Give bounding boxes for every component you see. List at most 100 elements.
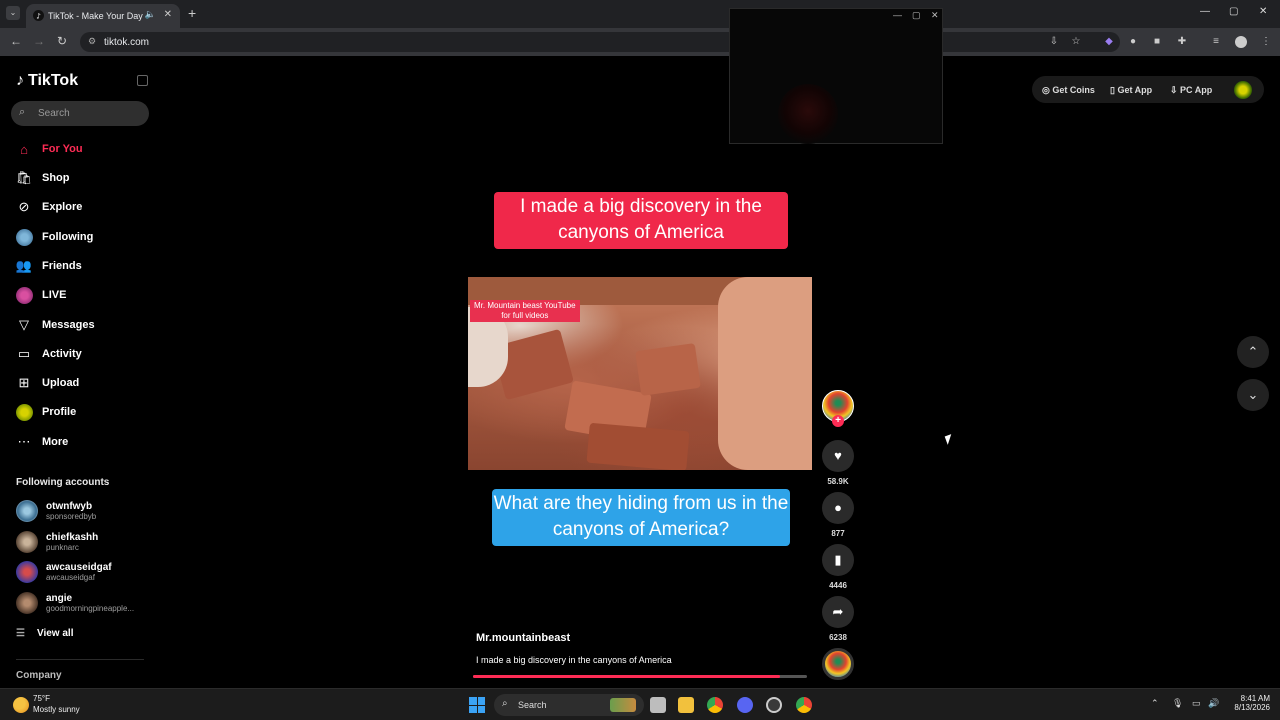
save-count: 4446 bbox=[829, 581, 847, 590]
get-app-button[interactable]: ▯ Get App bbox=[1110, 85, 1152, 96]
previous-video-button[interactable]: ⌃ bbox=[1237, 336, 1269, 368]
nav-activity[interactable]: ▭ Activity bbox=[16, 344, 156, 364]
comment-button[interactable]: ● bbox=[822, 492, 854, 524]
taskbar-search[interactable]: ⌕ Search bbox=[494, 694, 644, 716]
view-all-label: View all bbox=[36, 628, 74, 639]
browser-tab[interactable]: ♪ TikTok - Make Your Day 🔈 ✕ bbox=[26, 4, 180, 28]
account-avatar bbox=[16, 531, 38, 553]
minimize-icon[interactable]: — bbox=[893, 10, 902, 20]
account-name: chiefkashh bbox=[46, 532, 99, 543]
audio-playing-icon[interactable]: 🔈 bbox=[145, 9, 156, 20]
following-account-item[interactable]: angie goodmorningpineapple... bbox=[16, 592, 156, 616]
view-all-link[interactable]: ☰ View all bbox=[16, 628, 73, 639]
back-icon[interactable]: ← bbox=[10, 34, 22, 48]
install-app-icon[interactable]: ⇩ bbox=[1048, 36, 1060, 48]
following-account-item[interactable]: chiefkashh punknarc bbox=[16, 531, 156, 555]
svg-text:♪: ♪ bbox=[36, 11, 41, 20]
start-button-icon[interactable] bbox=[469, 697, 485, 713]
nav-more[interactable]: ⋯ More bbox=[16, 432, 156, 452]
account-name: otwnfwyb bbox=[46, 501, 93, 512]
nav-following[interactable]: Following bbox=[16, 227, 156, 247]
header-actions: ◎ Get Coins ▯ Get App ⇩ PC App bbox=[1032, 76, 1264, 103]
display-icon[interactable]: ▭ bbox=[1192, 698, 1201, 709]
next-video-button[interactable]: ⌄ bbox=[1237, 379, 1269, 411]
extension-icon[interactable]: ■ bbox=[1151, 36, 1163, 48]
close-window-icon[interactable]: ✕ bbox=[1259, 6, 1267, 17]
task-view-icon[interactable] bbox=[650, 697, 666, 713]
tray-overflow-icon[interactable]: ⌃ bbox=[1151, 698, 1159, 709]
video-frame-detail bbox=[718, 277, 812, 470]
forward-icon[interactable]: → bbox=[33, 34, 45, 48]
collapse-sidebar-icon[interactable] bbox=[137, 75, 148, 86]
tab-list-button[interactable]: ⌄ bbox=[6, 6, 20, 20]
minimize-window-icon[interactable]: — bbox=[1200, 6, 1210, 17]
maximize-icon[interactable]: ▢ bbox=[912, 10, 921, 21]
account-handle: awcauseidgaf bbox=[46, 573, 95, 582]
reading-list-icon[interactable]: ≡ bbox=[1210, 36, 1222, 48]
extensions-puzzle-icon[interactable]: ✚ bbox=[1176, 36, 1188, 48]
video-description: I made a big discovery in the canyons of… bbox=[476, 655, 672, 665]
app-icon[interactable] bbox=[766, 697, 782, 713]
video-progress-fill bbox=[473, 675, 781, 678]
more-dots-icon: ⋯ bbox=[17, 434, 31, 449]
nav-upload[interactable]: ⊞ Upload bbox=[16, 373, 156, 393]
taskbar-search-label: Search bbox=[518, 700, 547, 710]
company-link[interactable]: Company bbox=[16, 670, 62, 681]
close-tab-icon[interactable]: ✕ bbox=[164, 9, 172, 20]
following-account-item[interactable]: awcauseidgaf awcauseidgaf bbox=[16, 561, 156, 585]
nav-explore[interactable]: ⊘ Explore bbox=[16, 197, 156, 217]
url-text[interactable]: tiktok.com bbox=[104, 37, 149, 48]
nav-live[interactable]: LIVE bbox=[16, 285, 156, 305]
like-button[interactable]: ♥ bbox=[822, 440, 854, 472]
bookmark-icon: ▮ bbox=[834, 552, 842, 567]
nav-messages[interactable]: ▽ Messages bbox=[16, 315, 156, 335]
tiktok-logo[interactable]: ♪ TikTok bbox=[16, 72, 78, 90]
new-tab-button[interactable]: + bbox=[188, 5, 196, 21]
close-icon[interactable]: ✕ bbox=[931, 10, 939, 21]
extension-icon[interactable]: ● bbox=[1127, 36, 1139, 48]
nav-shop[interactable]: 🛍 Shop bbox=[16, 168, 156, 188]
floating-window-titlebar[interactable] bbox=[730, 9, 942, 23]
site-info-icon[interactable]: ⚙ bbox=[88, 36, 96, 47]
search-highlight-image bbox=[610, 698, 636, 712]
nav-friends[interactable]: 👥 Friends bbox=[16, 256, 156, 276]
pc-app-button[interactable]: ⇩ PC App bbox=[1170, 85, 1212, 96]
get-app-label: Get App bbox=[1117, 85, 1153, 95]
nav-profile[interactable]: Profile bbox=[16, 402, 156, 422]
bottom-caption: What are they hiding from us in the cany… bbox=[492, 489, 790, 546]
nav-label: Messages bbox=[42, 319, 95, 331]
follow-plus-icon[interactable]: + bbox=[832, 415, 844, 427]
weather-description[interactable]: Mostly sunny bbox=[33, 705, 80, 714]
reload-icon[interactable]: ↻ bbox=[57, 34, 67, 48]
microphone-icon[interactable]: 🎙 bbox=[1172, 698, 1183, 709]
weather-sun-icon[interactable] bbox=[13, 697, 29, 713]
floating-video-window[interactable]: — ▢ ✕ bbox=[729, 8, 943, 144]
video-author[interactable]: Mr.mountainbeast bbox=[476, 632, 570, 644]
system-clock[interactable]: 8:41 AM 8/13/2026 bbox=[1222, 694, 1270, 712]
search-input[interactable]: ⌕ Search bbox=[11, 101, 149, 126]
maximize-window-icon[interactable]: ▢ bbox=[1229, 6, 1238, 17]
video-progress-bar[interactable] bbox=[473, 675, 807, 678]
address-bar[interactable] bbox=[80, 32, 1120, 52]
following-account-item[interactable]: otwnfwyb sponsoredbyb bbox=[16, 500, 156, 524]
share-button[interactable]: ➦ bbox=[822, 596, 854, 628]
nav-label: Profile bbox=[42, 406, 77, 418]
pc-app-label: PC App bbox=[1180, 85, 1213, 95]
chrome-icon[interactable] bbox=[707, 697, 723, 713]
save-button[interactable]: ▮ bbox=[822, 544, 854, 576]
profile-avatar-icon[interactable] bbox=[1235, 36, 1247, 48]
chrome-active-icon[interactable] bbox=[796, 697, 812, 713]
get-coins-button[interactable]: ◎ Get Coins bbox=[1042, 85, 1095, 96]
file-explorer-icon[interactable] bbox=[678, 697, 694, 713]
bookmark-star-icon[interactable]: ☆ bbox=[1070, 36, 1082, 48]
nav-for-you[interactable]: ⌂ For You bbox=[16, 139, 156, 159]
music-disc-avatar[interactable] bbox=[822, 648, 854, 680]
nav-label: Friends bbox=[42, 260, 82, 272]
user-avatar[interactable] bbox=[1234, 81, 1252, 99]
browser-menu-icon[interactable]: ⋮ bbox=[1260, 36, 1272, 48]
weather-temperature[interactable]: 75°F bbox=[33, 694, 50, 703]
extension-icon[interactable]: ◆ bbox=[1103, 36, 1115, 48]
volume-icon[interactable]: 🔊 bbox=[1208, 698, 1219, 709]
browser-toolbar: ← → ↻ ⚙ tiktok.com ⇩ ☆ ◆ ● ■ ✚ ≡ ⋮ bbox=[0, 28, 1280, 56]
discord-icon[interactable] bbox=[737, 697, 753, 713]
